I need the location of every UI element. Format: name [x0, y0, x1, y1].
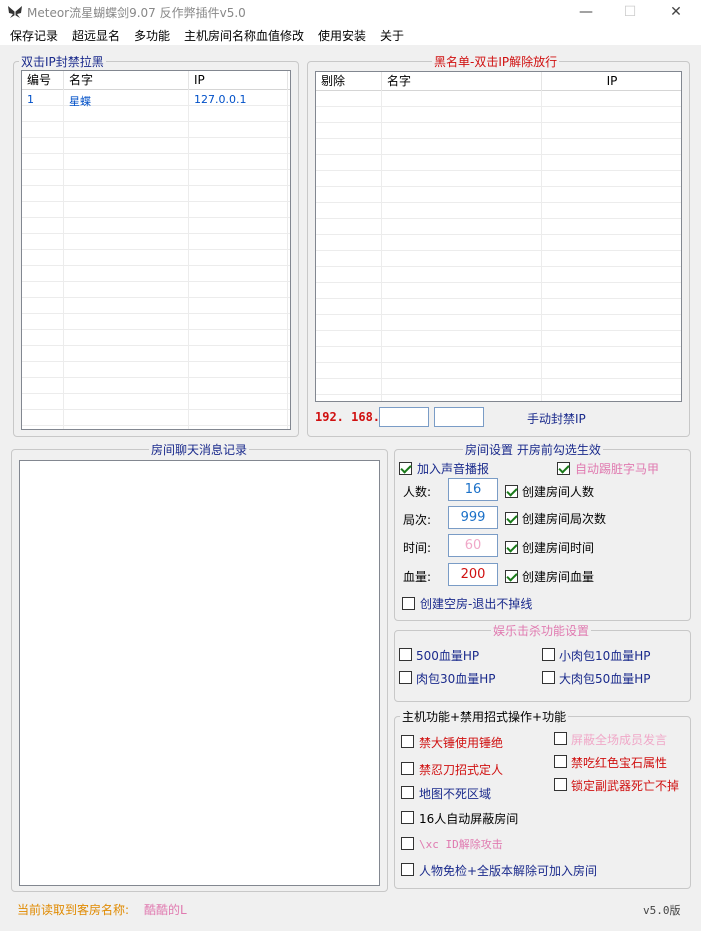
ip-ban-list[interactable]: 编号 名字 IP 1 星蝶 127.0.0.1	[21, 70, 291, 430]
auto-block-room-label: 16人自动屏蔽房间	[419, 812, 519, 826]
rounds-label: 局次:	[403, 513, 432, 527]
big-bun-label: 大肉包50血量HP	[559, 672, 651, 686]
table-row[interactable]: 1 星蝶 127.0.0.1	[22, 92, 290, 108]
ip-octet-4-input[interactable]	[434, 407, 484, 427]
players-label: 人数:	[403, 485, 432, 499]
host-features-group-title: 主机功能+禁用招式操作+功能	[400, 708, 569, 725]
unlock-attack-label: \xc ID解除攻击	[419, 838, 503, 851]
sound-broadcast-label: 加入声音播报	[417, 462, 490, 476]
bun30-label: 肉包30血量HP	[416, 672, 496, 686]
sound-broadcast-checkbox[interactable]	[399, 462, 412, 475]
time-check-label: 创建房间时间	[522, 541, 595, 555]
fun-settings-group-title: 娱乐击杀功能设置	[491, 622, 592, 639]
ban-ninja-label: 禁忍刀招式定人	[419, 763, 504, 777]
bun30-checkbox[interactable]	[399, 671, 412, 684]
ip-prefix-label: 192. 168.	[315, 410, 381, 424]
players-input[interactable]: 16	[448, 478, 498, 501]
hp-label: 血量:	[403, 570, 432, 584]
hp500-label: 500血量HP	[416, 649, 480, 663]
small-bun-label: 小肉包10血量HP	[559, 649, 651, 663]
ban-hammer-checkbox[interactable]	[401, 735, 414, 748]
chat-log-group-title: 房间聊天消息记录	[149, 441, 250, 458]
rounds-checkbox[interactable]	[505, 512, 518, 525]
current-room-value: 酷酷的L	[144, 903, 187, 917]
ban-hammer-label: 禁大锤使用锤绝	[419, 736, 504, 750]
mute-all-checkbox[interactable]	[554, 732, 567, 745]
players-check-label: 创建房间人数	[522, 485, 595, 499]
ban-ninja-checkbox[interactable]	[401, 762, 414, 775]
menu-save-log[interactable]: 保存记录	[10, 27, 58, 44]
hp-input[interactable]: 200	[448, 563, 498, 586]
chat-log-textarea[interactable]	[19, 460, 380, 886]
room-settings-group-title: 房间设置 开房前勾选生效	[463, 441, 603, 458]
time-label: 时间:	[403, 541, 432, 555]
hp500-checkbox[interactable]	[399, 648, 412, 661]
menu-multi-function[interactable]: 多功能	[134, 27, 170, 44]
ip-ban-list-header: 编号 名字 IP	[22, 71, 290, 90]
small-bun-checkbox[interactable]	[542, 648, 555, 661]
unlock-attack-checkbox[interactable]	[401, 837, 414, 850]
column-header-ip[interactable]: IP	[189, 71, 288, 90]
fun-settings-group	[394, 630, 691, 702]
hp-check-label: 创建房间血量	[522, 570, 595, 584]
version-label: v5.0版	[643, 904, 681, 917]
blacklist-group-title: 黑名单-双击IP解除放行	[432, 53, 560, 70]
time-input[interactable]: 60	[448, 534, 498, 557]
lock-weapon-label: 锁定副武器死亡不掉	[571, 779, 680, 793]
auto-kick-checkbox[interactable]	[557, 462, 570, 475]
bypass-check-checkbox[interactable]	[401, 863, 414, 876]
lock-weapon-checkbox[interactable]	[554, 778, 567, 791]
minimize-button[interactable]: —	[563, 0, 609, 24]
empty-room-checkbox[interactable]	[402, 597, 415, 610]
column-header-remove[interactable]: 剔除	[316, 72, 382, 91]
rounds-check-label: 创建房间局次数	[522, 512, 607, 526]
hp-checkbox[interactable]	[505, 570, 518, 583]
time-checkbox[interactable]	[505, 541, 518, 554]
title-bar: Meteor流星蝴蝶剑9.07 反作弊插件v5.0 — ☐ ✕	[0, 0, 701, 24]
mute-all-label: 屏蔽全场成员发言	[571, 733, 668, 747]
ban-red-gem-label: 禁吃红色宝石属性	[571, 756, 668, 770]
menu-far-names[interactable]: 超远显名	[72, 27, 120, 44]
rounds-input[interactable]: 999	[448, 506, 498, 529]
blacklist-list-header: 剔除 名字 IP	[316, 72, 681, 91]
menu-about[interactable]: 关于	[380, 27, 404, 44]
menu-install-usage[interactable]: 使用安装	[318, 27, 366, 44]
menu-bar: 保存记录 超远显名 多功能 主机房间名称血值修改 使用安装 关于	[0, 24, 701, 46]
bypass-check-label: 人物免检+全版本解除可加入房间	[419, 864, 598, 878]
row-number: 1	[27, 93, 34, 106]
current-room-label: 当前读取到客房名称:	[17, 903, 130, 917]
auto-block-room-checkbox[interactable]	[401, 811, 414, 824]
empty-room-label: 创建空房-退出不掉线	[420, 597, 533, 611]
row-name: 星蝶	[69, 95, 91, 108]
column-header-number[interactable]: 编号	[22, 71, 64, 90]
ban-pull-group-title: 双击IP封禁拉黑	[19, 53, 106, 70]
blacklist-list[interactable]: 剔除 名字 IP	[315, 71, 682, 402]
auto-kick-label: 自动踢脏字马甲	[575, 462, 660, 476]
big-bun-checkbox[interactable]	[542, 671, 555, 684]
window-title: Meteor流星蝴蝶剑9.07 反作弊插件v5.0	[27, 6, 246, 20]
no-death-zone-checkbox[interactable]	[401, 786, 414, 799]
menu-host-room-edit[interactable]: 主机房间名称血值修改	[184, 27, 304, 44]
butterfly-app-icon	[8, 6, 22, 18]
manual-ban-ip-button[interactable]: 手动封禁IP	[527, 410, 586, 427]
players-checkbox[interactable]	[505, 485, 518, 498]
no-death-zone-label: 地图不死区域	[419, 787, 492, 801]
close-button[interactable]: ✕	[653, 0, 699, 24]
row-ip: 127.0.0.1	[194, 93, 247, 106]
ip-octet-3-input[interactable]	[379, 407, 429, 427]
column-header-name[interactable]: 名字	[382, 72, 542, 91]
maximize-button[interactable]: ☐	[607, 0, 653, 24]
column-header-ip[interactable]: IP	[542, 72, 681, 91]
column-header-name[interactable]: 名字	[64, 71, 189, 90]
ban-red-gem-checkbox[interactable]	[554, 755, 567, 768]
